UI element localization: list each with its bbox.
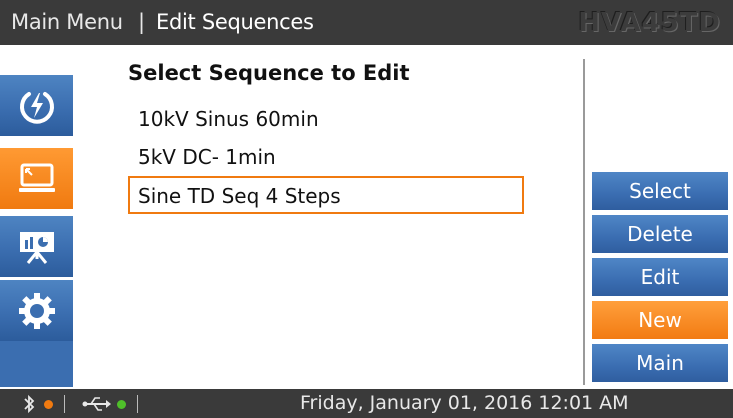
status-separator	[137, 395, 138, 413]
monitor-icon	[18, 163, 55, 192]
presentation-chart-icon	[19, 231, 54, 264]
sidebar-item-sequences[interactable]	[0, 148, 73, 209]
sidebar-item-test[interactable]	[0, 75, 73, 136]
bluetooth-status-dot	[44, 400, 53, 409]
delete-button[interactable]: Delete	[592, 215, 728, 253]
bluetooth-icon	[24, 394, 35, 414]
list-heading: Select Sequence to Edit	[128, 61, 410, 85]
status-datetime: Friday, January 01, 2016 12:01 AM	[300, 392, 629, 414]
status-bar: Friday, January 01, 2016 12:01 AM	[0, 389, 733, 418]
select-button[interactable]: Select	[592, 172, 728, 210]
main-button[interactable]: Main	[592, 344, 728, 382]
power-bolt-icon	[19, 91, 54, 124]
sidebar-spacer	[0, 45, 73, 57]
breadcrumb-separator: |	[138, 10, 146, 34]
sidebar-item-reports[interactable]	[0, 216, 73, 277]
page-title: Edit Sequences	[156, 10, 314, 34]
sidebar	[0, 45, 117, 387]
sequence-item[interactable]: 5kV DC- 1min	[128, 139, 524, 177]
device-name: HVA45TD	[578, 8, 721, 38]
status-separator	[64, 395, 65, 413]
sequence-list-panel: Select Sequence to Edit 10kV Sinus 60min…	[73, 45, 588, 387]
title-bar: Main Menu | Edit Sequences HVA45TD	[0, 0, 733, 45]
usb-icon	[82, 397, 111, 411]
sidebar-footer	[0, 341, 73, 387]
sidebar-item-settings[interactable]	[0, 280, 73, 341]
usb-status-dot	[117, 400, 126, 409]
panel-divider	[583, 59, 585, 385]
sequence-item-selected[interactable]: Sine TD Seq 4 Steps	[128, 176, 524, 214]
edit-button[interactable]: Edit	[592, 258, 728, 296]
new-button[interactable]: New	[592, 301, 728, 339]
gear-icon	[18, 292, 55, 329]
sequence-item[interactable]: 10kV Sinus 60min	[128, 101, 524, 139]
breadcrumb-main-menu[interactable]: Main Menu	[11, 10, 123, 34]
